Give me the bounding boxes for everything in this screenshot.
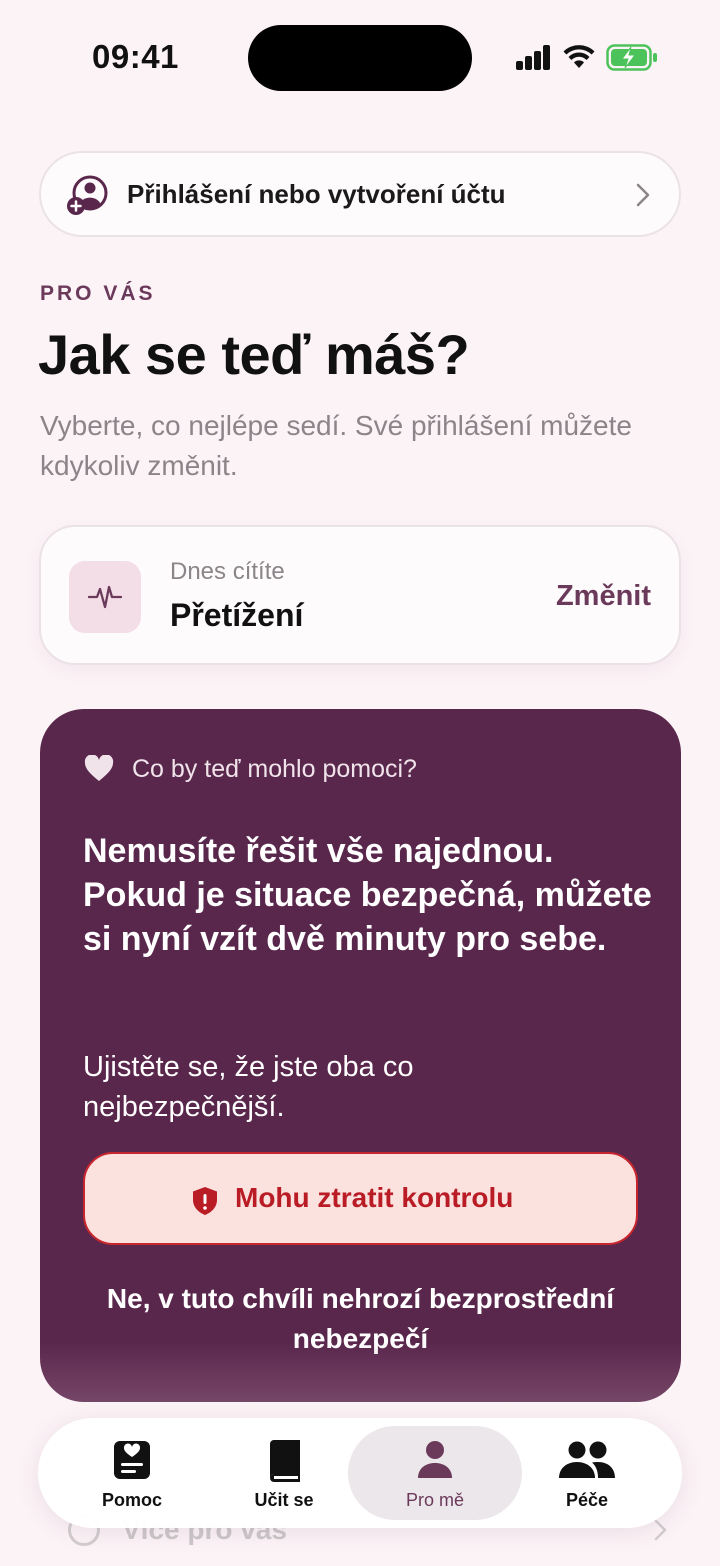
cellular-signal-icon [516,44,552,70]
heart-icon [84,755,114,781]
status-bar: 09:41 [0,0,720,120]
losing-control-button[interactable]: Mohu ztratit kontrolu [83,1152,638,1245]
no-immediate-danger-button[interactable]: Ne, v tuto chvíli nehrozí bezprostřední … [40,1279,681,1359]
section-eyebrow: PRO VÁS [40,282,156,305]
add-account-icon [67,175,108,215]
dynamic-island [248,25,472,91]
help-card-main-text: Nemusíte řešit vše najednou. Pokud je si… [83,832,652,958]
person-icon [418,1441,452,1478]
tab-ucit-se[interactable]: Učit se [209,1426,359,1520]
chevron-right-icon [654,1519,667,1541]
page-subtitle: Vyberte, co nejlépe sedí. Své přihlášení… [40,410,632,481]
shield-alert-icon [193,1187,217,1215]
tab-pece[interactable]: Péče [512,1426,662,1520]
chevron-right-icon [636,183,650,207]
heart-card-icon [114,1441,150,1479]
change-feeling-button[interactable]: Změnit [556,580,651,613]
people-icon [559,1441,615,1478]
heartbeat-icon [87,585,123,609]
tab-label: Pro mě [405,1490,465,1510]
page-title: Jak se teď máš? [38,323,470,386]
wifi-icon [563,45,595,68]
tab-label: Péče [565,1490,609,1510]
tab-label: Učit se [254,1490,314,1510]
losing-control-label: Mohu ztratit kontrolu [235,1182,514,1213]
feeling-icon-box [69,561,141,633]
help-card-heading: Co by teď mohlo pomoci? [132,755,417,783]
current-feeling-card: Dnes cítíte Přetížení Změnit [39,525,681,665]
tab-bar: Pomoc Učit se Pro mě Péče [38,1418,682,1528]
tab-pro-me[interactable]: Pro mě [348,1426,522,1520]
help-card: Co by teď mohlo pomoci? Nemusíte řešit v… [40,709,681,1402]
feeling-value: Přetížení [170,597,304,633]
tab-label: Pomoc [101,1490,162,1510]
login-or-signup-button[interactable]: Přihlášení nebo vytvoření účtu [39,151,681,237]
status-time: 09:41 [92,38,179,75]
battery-charging-icon [606,44,657,71]
feeling-caption: Dnes cítíte [170,558,285,585]
book-icon [270,1440,300,1482]
login-label: Přihlášení nebo vytvoření účtu [127,179,506,209]
tab-pomoc[interactable]: Pomoc [57,1426,207,1520]
help-card-secondary-text: Ujistěte se, že jste oba co nejbezpečněj… [83,1051,414,1123]
